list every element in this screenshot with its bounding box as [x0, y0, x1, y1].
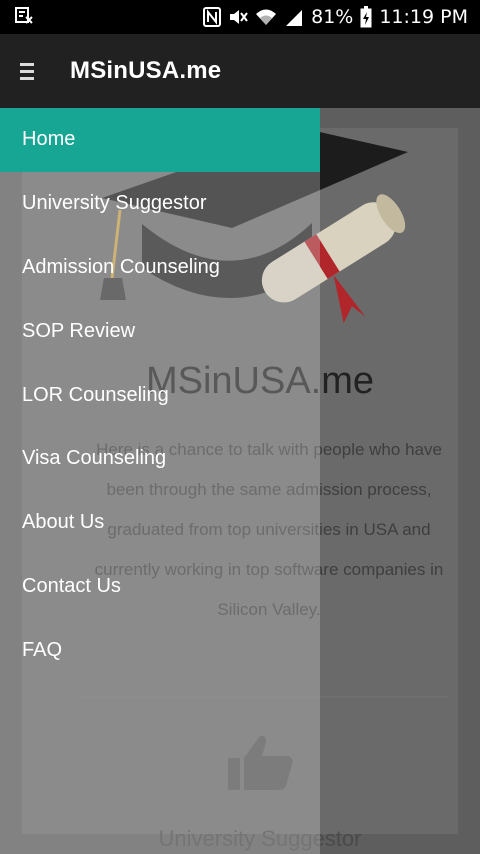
drawer-item-home[interactable]: Home [0, 108, 320, 172]
drawer-item-lor-counseling[interactable]: LOR Counseling [0, 363, 320, 427]
drawer-item-admission-counseling[interactable]: Admission Counseling [0, 236, 320, 300]
drawer-item-about-us[interactable]: About Us [0, 491, 320, 555]
menu-icon[interactable] [20, 62, 36, 80]
signal-icon [284, 7, 304, 27]
status-bar: 81% 11:19 PM [0, 0, 480, 34]
battery-icon [360, 6, 372, 28]
drawer-item-sop-review[interactable]: SOP Review [0, 299, 320, 363]
clock: 11:19 PM [379, 6, 468, 28]
drawer-item-contact-us[interactable]: Contact Us [0, 555, 320, 619]
battery-percent: 81% [311, 6, 354, 28]
screen-record-icon [14, 5, 34, 29]
nfc-icon [203, 7, 222, 27]
drawer-item-visa-counseling[interactable]: Visa Counseling [0, 427, 320, 491]
app-title: MSinUSA.me [70, 57, 222, 84]
drawer-item-university-suggestor[interactable]: University Suggestor [0, 172, 320, 236]
drawer-item-faq[interactable]: FAQ [0, 618, 320, 682]
app-bar: MSinUSA.me [0, 34, 480, 108]
wifi-icon [255, 7, 277, 27]
mute-icon [228, 7, 248, 27]
navigation-drawer: Home University Suggestor Admission Coun… [0, 108, 320, 854]
